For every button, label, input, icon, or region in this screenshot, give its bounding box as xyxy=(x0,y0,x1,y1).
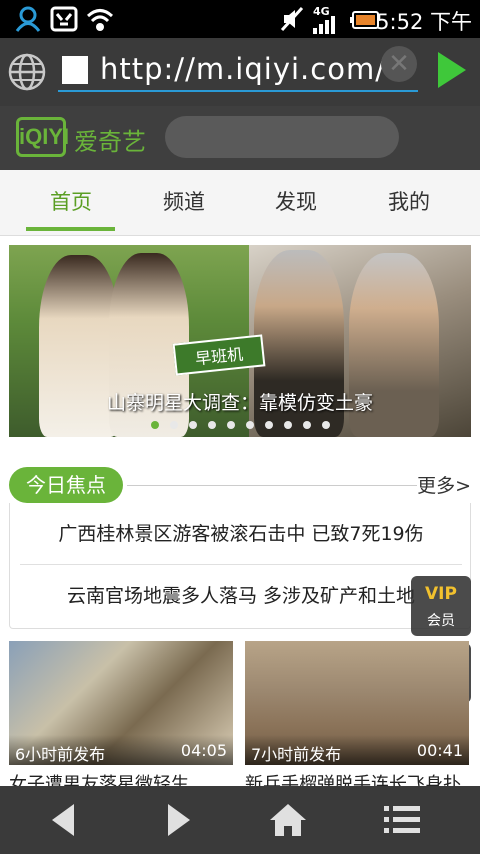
cat-app-icon xyxy=(50,6,78,32)
page-favicon-icon xyxy=(62,56,88,84)
main-nav-tabs: 首页 频道 发现 我的 xyxy=(0,170,480,236)
focus-section-header: 今日焦点 更多> xyxy=(9,467,471,503)
video-card[interactable]: 7小时前发布 00:41 xyxy=(245,641,469,765)
signal-icon xyxy=(313,16,335,34)
news-item[interactable]: 云南官场地震多人落马 多涉及矿产和土地 xyxy=(10,565,472,627)
back-icon[interactable] xyxy=(44,800,84,840)
tab-discover[interactable]: 发现 xyxy=(236,170,356,236)
active-tab-indicator xyxy=(26,227,115,231)
news-list: 广西桂林景区游客被滚石击中 已致7死19伤 云南官场地震多人落马 多涉及矿产和土… xyxy=(9,503,471,629)
news-item[interactable]: 广西桂林景区游客被滚石击中 已致7死19伤 xyxy=(10,503,472,565)
video-title[interactable]: 女子遭男友落星微轻生 xyxy=(9,770,233,786)
pagination-dot[interactable] xyxy=(170,421,178,429)
status-bar: 4G 5:52 下午 xyxy=(0,0,480,38)
video-duration: 00:41 xyxy=(416,741,463,760)
iqiyi-logo[interactable]: iQIYI xyxy=(16,117,69,157)
video-duration: 04:05 xyxy=(180,741,227,760)
pagination-dot[interactable] xyxy=(246,421,254,429)
globe-icon[interactable] xyxy=(8,53,46,91)
forward-icon[interactable] xyxy=(158,800,198,840)
url-text: http://m.iqiyi.com/ xyxy=(100,52,386,86)
divider xyxy=(127,485,417,486)
vip-sub-label: 会员 xyxy=(427,613,455,629)
browser-toolbar xyxy=(0,786,480,854)
home-icon[interactable] xyxy=(268,800,308,840)
iqiyi-logo-text: 爱奇艺 xyxy=(74,128,146,156)
vip-label: VIP xyxy=(425,584,457,604)
menu-icon[interactable] xyxy=(382,800,422,840)
tab-channels[interactable]: 频道 xyxy=(124,170,244,236)
pagination-dot[interactable] xyxy=(265,421,273,429)
pagination-dot[interactable] xyxy=(284,421,292,429)
video-title[interactable]: 新兵手榴弹脱手连长飞身扑 xyxy=(245,770,469,786)
vip-button[interactable]: VIP 会员 xyxy=(411,576,471,636)
wifi-icon xyxy=(86,9,114,31)
status-clock: 5:52 下午 xyxy=(376,10,472,34)
tab-mine[interactable]: 我的 xyxy=(349,170,469,236)
pagination-dot[interactable] xyxy=(227,421,235,429)
pagination-dot[interactable] xyxy=(189,421,197,429)
pagination-dot[interactable] xyxy=(303,421,311,429)
clear-icon[interactable]: ✕ xyxy=(381,46,417,82)
focus-section-title: 今日焦点 xyxy=(9,467,123,503)
site-header: iQIYI 爱奇艺 xyxy=(0,106,480,170)
mute-icon xyxy=(280,6,304,32)
pagination-dot[interactable] xyxy=(322,421,330,429)
pagination-dot[interactable] xyxy=(151,421,159,429)
video-card[interactable]: 6小时前发布 04:05 xyxy=(9,641,233,765)
site-search-input[interactable] xyxy=(165,116,399,158)
promo-banner[interactable]: 早班机 山寨明星大调查：靠模仿变土豪 xyxy=(9,245,471,437)
go-arrow-icon[interactable] xyxy=(436,50,468,90)
notification-person-icon xyxy=(15,6,41,32)
video-published-time: 6小时前发布 xyxy=(15,745,106,764)
video-published-time: 7小时前发布 xyxy=(251,745,342,764)
more-link[interactable]: 更多> xyxy=(417,471,471,498)
pagination-dot[interactable] xyxy=(208,421,216,429)
url-input[interactable]: http://m.iqiyi.com/ xyxy=(58,48,418,92)
banner-caption: 山寨明星大调查：靠模仿变土豪 xyxy=(106,392,373,414)
